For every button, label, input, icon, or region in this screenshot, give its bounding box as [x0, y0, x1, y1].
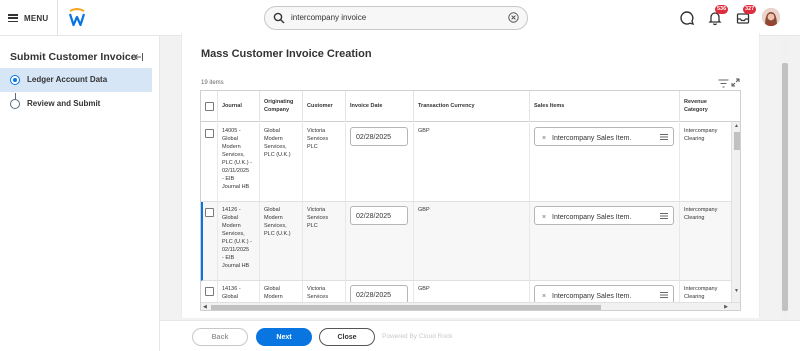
- prompt-list-icon[interactable]: [660, 212, 668, 220]
- row-checkbox[interactable]: [205, 287, 214, 296]
- invoice-date-input[interactable]: 02/28/2025: [350, 206, 408, 225]
- row-select-cell: [201, 123, 218, 201]
- table-row[interactable]: 14005 - Global Modern Services, PLC (U.K.) -…: [201, 123, 731, 202]
- column-journal[interactable]: Journal: [218, 91, 260, 122]
- column-transaction-currency[interactable]: Transaction Currency: [414, 91, 530, 122]
- row-select-cell: [203, 202, 218, 280]
- remove-item-icon[interactable]: ×: [542, 292, 546, 302]
- top-header: MENU intercompany invoice 536 327: [0, 0, 800, 36]
- hamburger-icon: [8, 14, 18, 22]
- collapse-panel-icon[interactable]: [134, 52, 144, 62]
- scroll-up-icon[interactable]: ▲: [734, 123, 739, 129]
- sales-items-cell: × Intercompany Sales Item.: [530, 123, 680, 201]
- grid-vertical-scroll-thumb[interactable]: [734, 132, 740, 150]
- clear-icon[interactable]: [508, 12, 519, 23]
- notifications-button[interactable]: 536: [707, 5, 729, 26]
- search-icon: [273, 12, 285, 24]
- step-review-and-submit[interactable]: Review and Submit: [0, 92, 152, 116]
- powered-by-text: Powered By Cloud Rock: [382, 333, 453, 340]
- row-checkbox[interactable]: [205, 129, 214, 138]
- originating-company-cell: Global Modern Services, PLC (U.K.): [260, 123, 303, 201]
- invoice-grid: Journal Originating Company Customer Invo…: [200, 90, 741, 311]
- grid-horizontal-scroll-thumb[interactable]: [211, 305, 601, 310]
- step-label: Review and Submit: [27, 99, 101, 108]
- grid-header: Journal Originating Company Customer Invo…: [201, 91, 740, 122]
- table-row-selected[interactable]: 14126 - Global Modern Services, PLC (U.K.) -…: [201, 202, 731, 281]
- customer-cell: Victoria Services PLC: [303, 123, 346, 201]
- revenue-category-cell: Intercompany Clearing: [684, 128, 718, 142]
- inbox-button[interactable]: 327: [735, 5, 757, 26]
- notifications-badge: 536: [715, 5, 729, 14]
- page-title: Mass Customer Invoice Creation: [201, 48, 372, 60]
- page-scrollbar[interactable]: [780, 36, 790, 320]
- column-sales-items[interactable]: Sales Items: [530, 91, 680, 122]
- filter-icon[interactable]: [718, 79, 729, 88]
- next-button[interactable]: Next: [256, 328, 312, 346]
- currency-cell: GBP: [414, 202, 530, 280]
- scroll-down-icon[interactable]: ▼: [734, 288, 739, 294]
- back-button[interactable]: Back: [192, 328, 248, 346]
- main-card: Mass Customer Invoice Creation 19 items …: [181, 33, 760, 318]
- sales-item-prompt[interactable]: × Intercompany Sales Item.: [534, 127, 674, 146]
- sales-item-value: Intercompany Sales Item.: [552, 134, 632, 142]
- invoice-date-cell: 02/28/2025: [346, 123, 414, 201]
- remove-item-icon[interactable]: ×: [542, 134, 546, 144]
- menu-button[interactable]: MENU: [8, 11, 48, 25]
- sales-item-value: Intercompany Sales Item.: [552, 213, 632, 221]
- step-label: Ledger Account Data: [27, 75, 108, 84]
- remove-item-icon[interactable]: ×: [542, 213, 546, 223]
- close-button[interactable]: Close: [319, 328, 375, 346]
- fullscreen-icon[interactable]: [731, 78, 740, 87]
- sales-items-cell: × Intercompany Sales Item.: [530, 202, 680, 280]
- scroll-right-icon[interactable]: ▶: [724, 304, 728, 310]
- journal-cell: 14005 - Global Modern Services, PLC (U.K.) -…: [218, 123, 260, 201]
- row-checkbox[interactable]: [205, 208, 214, 217]
- currency-cell: GBP: [414, 123, 530, 201]
- search-input[interactable]: intercompany invoice: [291, 13, 366, 22]
- column-originating-company[interactable]: Originating Company: [260, 91, 303, 122]
- step-ledger-account-data[interactable]: Ledger Account Data: [0, 68, 152, 92]
- invoice-date-input[interactable]: 02/28/2025: [350, 127, 408, 146]
- sales-item-value: Intercompany Sales Item.: [552, 292, 632, 300]
- task-title: Submit Customer Invoice: [10, 51, 137, 63]
- scroll-left-icon[interactable]: ◀: [203, 304, 207, 310]
- step-indicator: [10, 99, 20, 109]
- select-all-cell: [201, 91, 218, 122]
- revenue-category-cell: Intercompany Clearing: [684, 207, 718, 221]
- left-panel: Submit Customer Invoice Ledger Account D…: [0, 36, 160, 351]
- customer-cell: Victoria Services PLC: [303, 202, 346, 280]
- originating-company-cell: Global Modern Services, PLC (U.K.): [260, 202, 303, 280]
- search-bar[interactable]: intercompany invoice: [264, 6, 528, 30]
- chat-icon[interactable]: [679, 10, 695, 26]
- menu-label: MENU: [24, 13, 49, 23]
- invoice-date-cell: 02/28/2025: [346, 202, 414, 280]
- prompt-list-icon[interactable]: [660, 133, 668, 141]
- column-invoice-date[interactable]: Invoice Date: [346, 91, 414, 122]
- header-divider: [57, 0, 58, 36]
- sales-item-prompt[interactable]: × Intercompany Sales Item.: [534, 206, 674, 225]
- avatar[interactable]: [762, 8, 780, 26]
- page-scroll-thumb[interactable]: [782, 63, 788, 311]
- workday-logo[interactable]: [68, 8, 86, 28]
- grid-horizontal-scrollbar[interactable]: ◀ ▶: [201, 302, 740, 310]
- prompt-list-icon[interactable]: [660, 291, 668, 299]
- item-count: 19 items: [201, 80, 224, 86]
- column-customer[interactable]: Customer: [303, 91, 346, 122]
- step-current-indicator: [10, 75, 20, 85]
- column-revenue-category[interactable]: Revenue Category: [680, 91, 740, 122]
- action-footer: Back Next Close Powered By Cloud Rock: [160, 320, 800, 351]
- inbox-badge: 327: [743, 5, 757, 14]
- grid-vertical-scrollbar[interactable]: ▲ ▼: [731, 122, 740, 302]
- journal-cell: 14126 - Global Modern Services, PLC (U.K.) -…: [218, 202, 260, 280]
- select-all-checkbox[interactable]: [205, 102, 214, 111]
